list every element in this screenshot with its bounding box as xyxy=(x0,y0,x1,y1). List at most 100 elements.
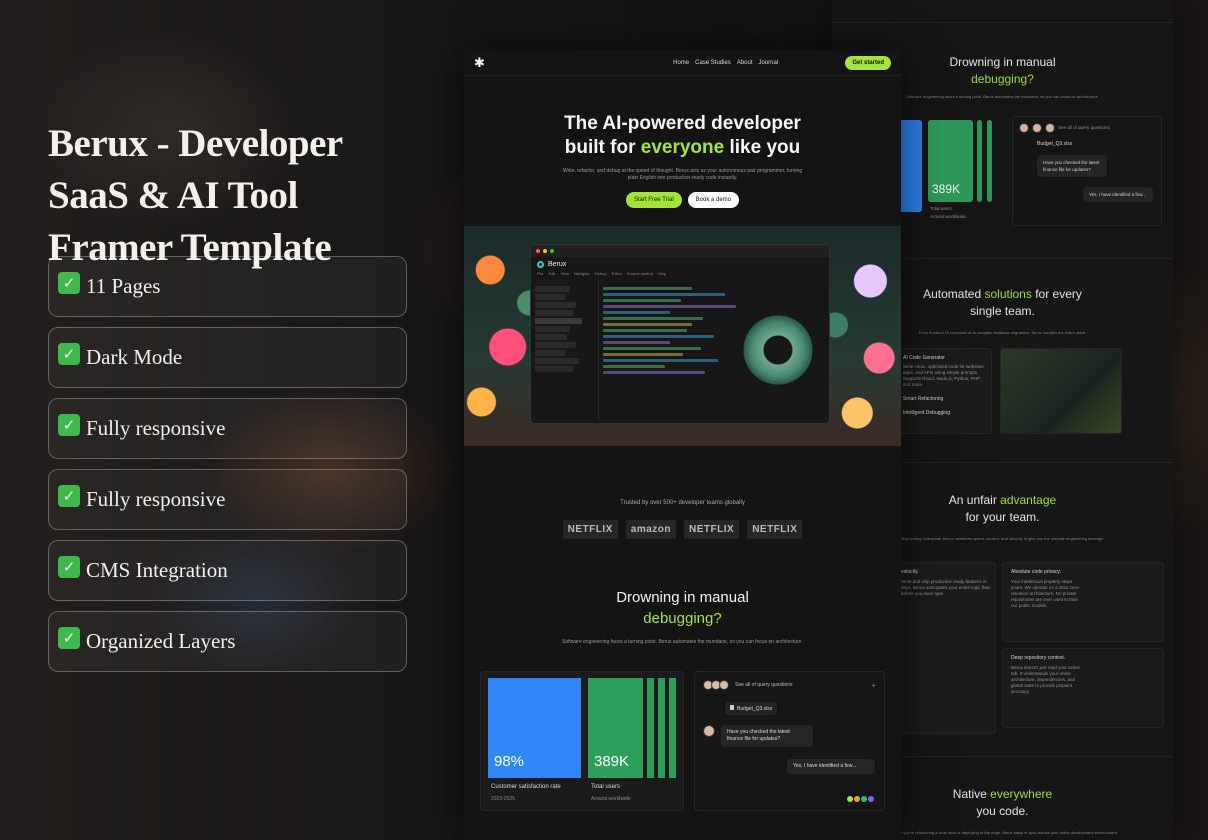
section-divider xyxy=(832,22,1173,23)
code-line xyxy=(603,323,692,326)
hero-text: built for xyxy=(564,137,641,158)
ide-menu-item[interactable]: File xyxy=(537,271,543,280)
feature-item: ✓ Dark Mode xyxy=(48,327,407,388)
chat-question: Have you checked the latest finance file… xyxy=(721,725,813,747)
feature-label: Fully responsive xyxy=(86,487,226,511)
feature-item: ✓ Organized Layers xyxy=(48,611,407,672)
code-line xyxy=(603,305,737,308)
chat-question: Have you checked the latest finance file… xyxy=(1037,155,1107,177)
advantage-card-privacy: Absolute code privacy. Your intellectual… xyxy=(1002,562,1164,642)
ide-brand-name: Berux xyxy=(548,260,567,268)
code-line xyxy=(603,359,719,362)
advantage-card-context: Deep repository context. Berux doesn't j… xyxy=(1002,648,1164,728)
heading-text: for every xyxy=(1031,287,1082,301)
feature-label: CMS Integration xyxy=(86,558,228,582)
stat-bar-users: 389K xyxy=(588,678,643,778)
feature-item: ✓ 11 Pages xyxy=(48,256,407,317)
chat-answer: Yes, I have identified a few... xyxy=(1083,187,1153,202)
stat-stripe xyxy=(647,678,654,778)
hero-line: The AI-powered developer xyxy=(564,113,801,134)
card-text: Berux doesn't just read your active tab.… xyxy=(1011,665,1080,694)
stats-card: 98% 389K Customer satisfaction rate 2023… xyxy=(480,671,684,811)
stat-value: 389K xyxy=(932,182,961,196)
avatar xyxy=(1045,123,1055,133)
feature-list: ✓ 11 Pages ✓ Dark Mode ✓ Fully responsiv… xyxy=(48,256,407,682)
feature-item: ✓ CMS Integration xyxy=(48,540,407,601)
client-logo: NETFLIX xyxy=(747,520,803,539)
stat-label: Total users xyxy=(591,784,621,790)
solution-item[interactable]: Intelligent Debugging xyxy=(903,410,991,416)
checkmark-icon: ✓ xyxy=(58,484,80,507)
ide-menu-item[interactable]: Source control xyxy=(627,271,653,280)
heading-text: Native xyxy=(952,787,991,801)
tree-row xyxy=(535,310,574,316)
checkmark-icon: ✓ xyxy=(58,271,80,294)
card-text: Write and ship productive ready features… xyxy=(901,579,990,596)
heading-line: Drowning in manual xyxy=(616,589,749,606)
plus-icon[interactable]: + xyxy=(871,681,876,690)
nav-link-about[interactable]: About xyxy=(737,60,753,66)
maximize-dot-icon xyxy=(550,249,554,253)
avatar xyxy=(1019,123,1029,133)
logo-icon[interactable]: ✱ xyxy=(474,56,486,69)
code-line xyxy=(603,341,670,344)
ide-menu-item[interactable]: Navigate xyxy=(574,271,590,280)
trusted-by-text: Trusted by over 500+ developer teams glo… xyxy=(620,500,745,506)
stat-stripe xyxy=(977,120,982,202)
card-title: Absolute code privacy. xyxy=(1011,569,1061,575)
code-line xyxy=(603,353,683,356)
tree-row xyxy=(535,358,580,364)
chat-message: Have you checked the latest finance file… xyxy=(703,725,876,747)
tree-row xyxy=(535,350,565,356)
stat-stripe xyxy=(658,678,665,778)
tree-row xyxy=(535,318,583,324)
file-chip[interactable]: Budget_Q3.xlsx xyxy=(725,702,778,715)
start-free-trial-button[interactable]: Start Free Trial xyxy=(625,192,682,208)
checkmark-icon: ✓ xyxy=(58,626,80,649)
tree-row xyxy=(535,326,571,332)
ide-menu-item[interactable]: Debug xyxy=(595,271,607,280)
get-started-button[interactable]: Get started xyxy=(845,55,891,70)
stat-bar-satisfaction: 98% xyxy=(488,678,581,778)
template-preview: ✱ Home Case Studies About Journal Get st… xyxy=(464,50,901,840)
code-line xyxy=(603,287,692,290)
solution-item[interactable]: AI Code Generator xyxy=(903,355,991,361)
ide-mockup: Berux File Edit View Navigate Debug Edit… xyxy=(530,244,830,424)
tree-row xyxy=(535,286,571,292)
nav-links: Home Case Studies About Journal xyxy=(606,60,845,66)
hero-text: like you xyxy=(724,137,801,158)
stats-section: 98% 389K Customer satisfaction rate 2023… xyxy=(480,671,885,811)
ide-titlebar xyxy=(531,245,829,257)
solution-item[interactable]: Smart Refactoring xyxy=(903,396,991,402)
avatar xyxy=(719,680,729,690)
tree-row xyxy=(535,302,577,308)
code-line xyxy=(603,329,688,332)
heading-accent: solutions xyxy=(984,287,1032,301)
book-demo-button[interactable]: Book a demo xyxy=(687,192,740,208)
client-logo: amazon xyxy=(625,520,677,539)
stat-value: 98% xyxy=(494,753,525,770)
nav-link-home[interactable]: Home xyxy=(673,60,689,66)
ide-menu-item[interactable]: Help xyxy=(658,271,666,280)
code-line xyxy=(603,371,706,374)
card-text: Your intellectual property stays yours. … xyxy=(1011,579,1080,608)
ide-menu-item[interactable]: Edit xyxy=(548,271,555,280)
close-dot-icon xyxy=(536,249,540,253)
ide-menu-item[interactable]: Editor xyxy=(612,271,622,280)
nav-link-case-studies[interactable]: Case Studies xyxy=(695,60,731,66)
chat-header-label: See all of query questions xyxy=(735,682,793,688)
heading-text: Automated xyxy=(923,287,985,301)
chat-header: See all of query questions + xyxy=(703,680,876,690)
card-title: Deep repository context. xyxy=(1011,655,1066,661)
stat-sub: 2023-2025 xyxy=(491,796,515,802)
avatar xyxy=(847,796,853,802)
ide-brand: Berux xyxy=(531,257,829,271)
solutions-image xyxy=(1000,348,1122,434)
chat-header: See all of query questions xyxy=(1013,117,1161,139)
ide-menu-item[interactable]: View xyxy=(560,271,569,280)
nav-link-journal[interactable]: Journal xyxy=(759,60,779,66)
ide-menu: File Edit View Navigate Debug Editor Sou… xyxy=(531,271,829,280)
tree-row xyxy=(535,294,565,300)
brand-logo-icon xyxy=(537,260,544,268)
client-logo: NETFLIX xyxy=(684,520,740,539)
